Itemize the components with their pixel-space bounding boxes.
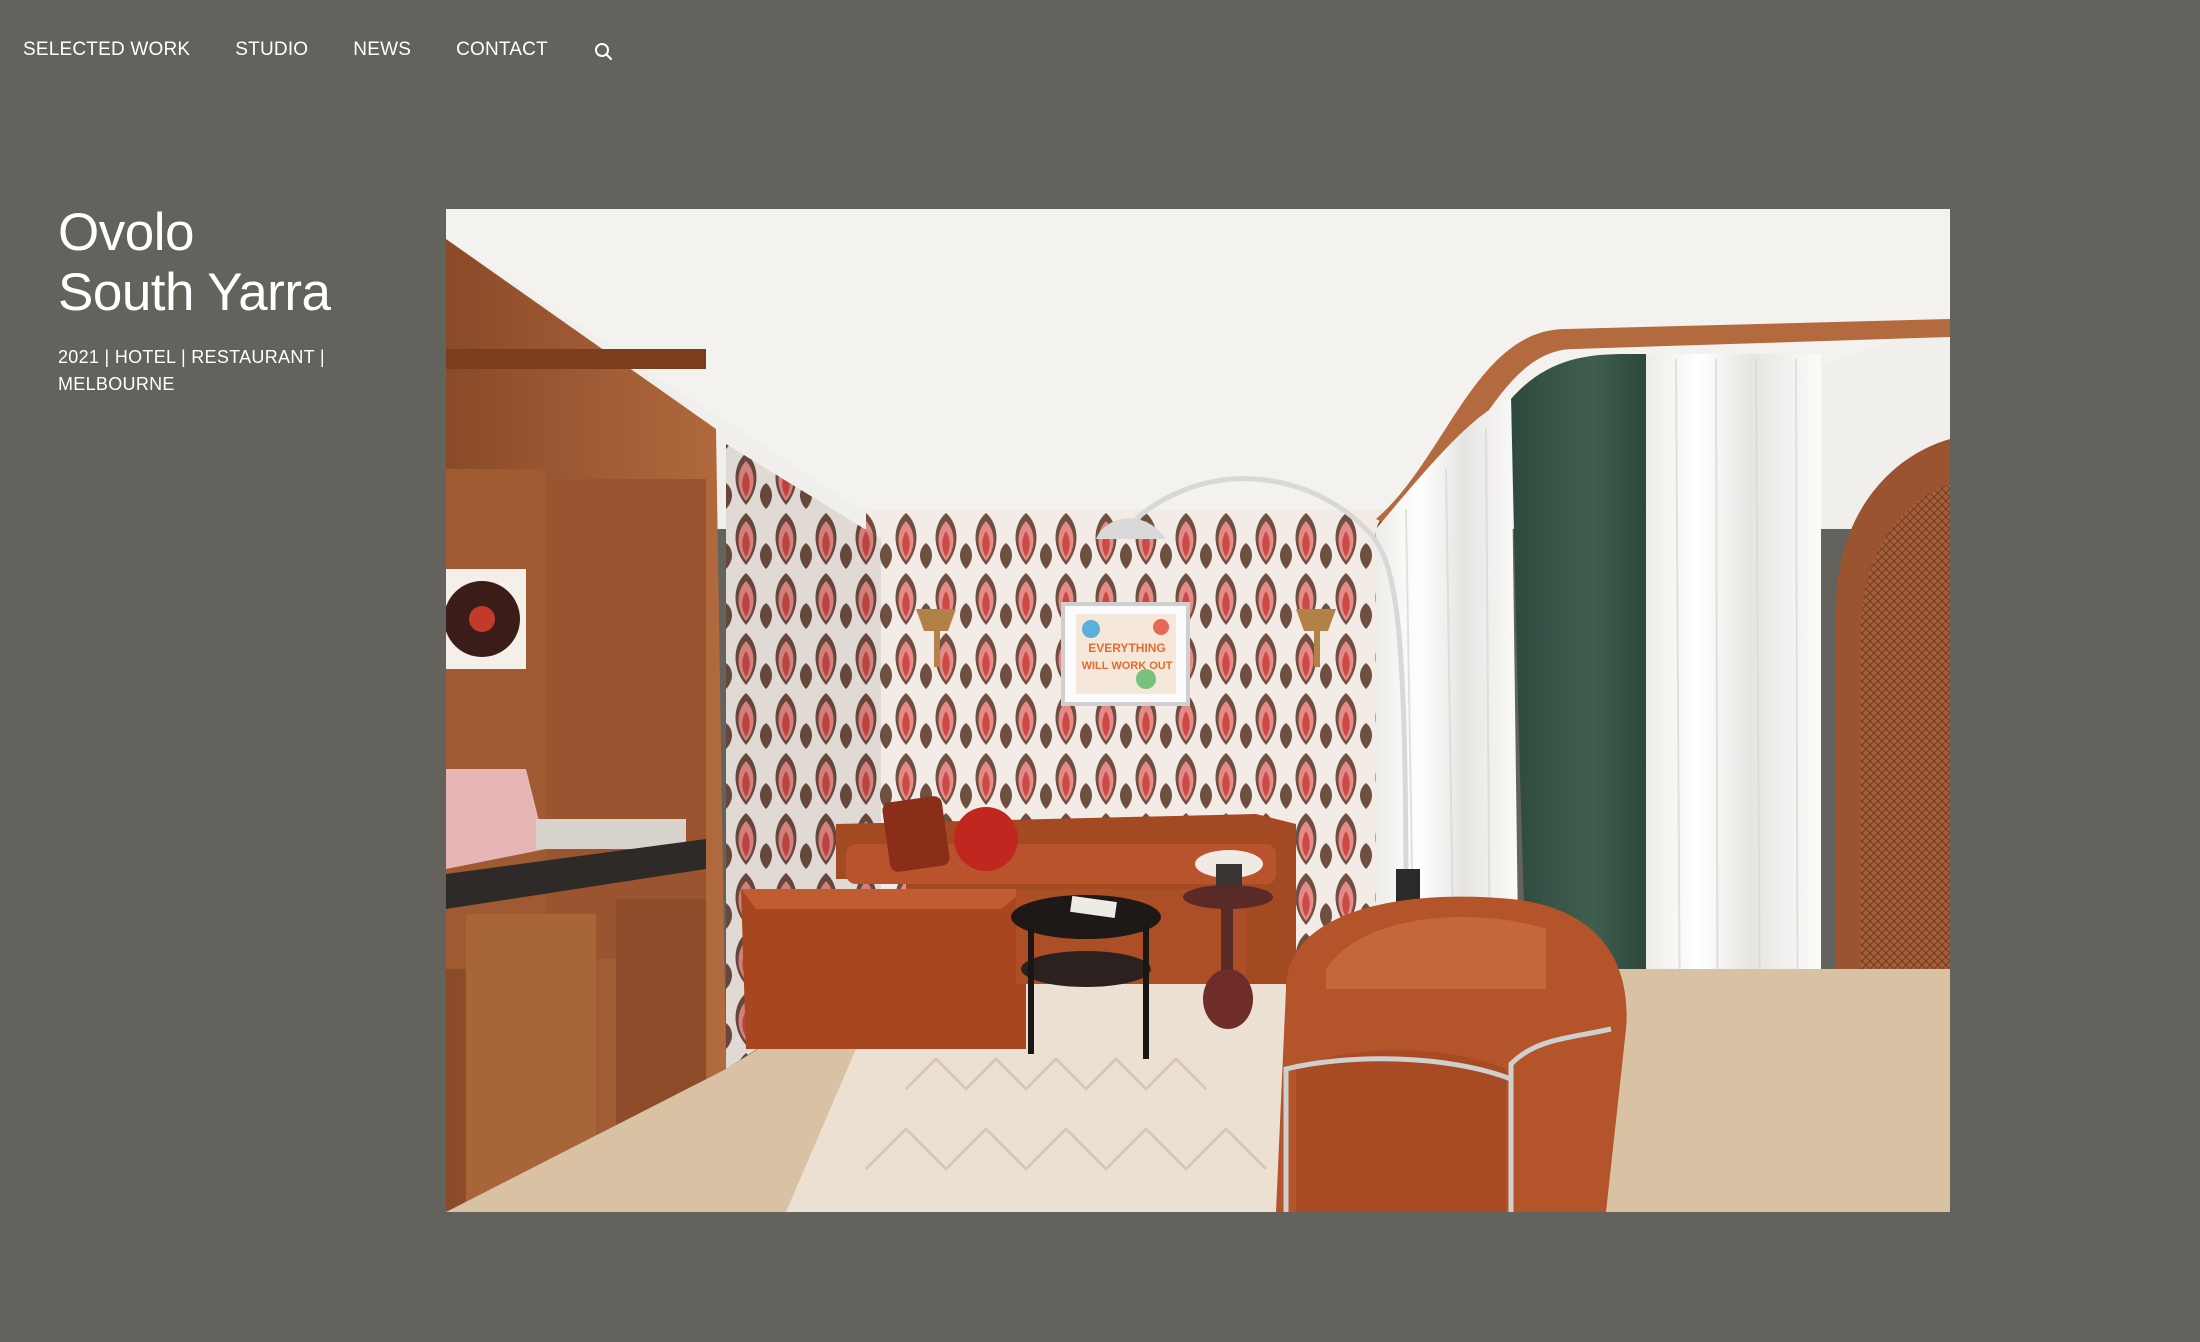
project-meta-line2: MELBOURNE	[58, 374, 175, 394]
nav-selected-work[interactable]: SELECTED WORK	[23, 39, 190, 61]
nav-contact[interactable]: CONTACT	[456, 39, 548, 61]
project-title-line1: Ovolo	[58, 203, 194, 262]
project-title: Ovolo South Yarra	[58, 203, 398, 323]
project-meta: 2021 | HOTEL | RESTAURANT | MELBOURNE	[58, 344, 398, 398]
artwork-text-line1: EVERYTHING	[1088, 641, 1166, 655]
nav-studio[interactable]: STUDIO	[235, 39, 308, 61]
search-icon[interactable]	[593, 41, 615, 63]
project-header: Ovolo South Yarra 2021 | HOTEL | RESTAUR…	[58, 203, 398, 398]
project-meta-line1: 2021 | HOTEL | RESTAURANT |	[58, 347, 325, 367]
artwork-text-line2: WILL WORK OUT	[1082, 660, 1173, 672]
project-title-line2: South Yarra	[58, 263, 331, 322]
hero-image[interactable]: EVERYTHING WILL WORK OUT	[446, 209, 1950, 1212]
main-nav: SELECTED WORK STUDIO NEWS CONTACT	[23, 34, 615, 66]
hotel-lounge-illustration: EVERYTHING WILL WORK OUT	[446, 209, 1950, 1212]
page: SELECTED WORK STUDIO NEWS CONTACT Ovolo …	[0, 0, 2200, 1342]
nav-news[interactable]: NEWS	[353, 39, 411, 61]
